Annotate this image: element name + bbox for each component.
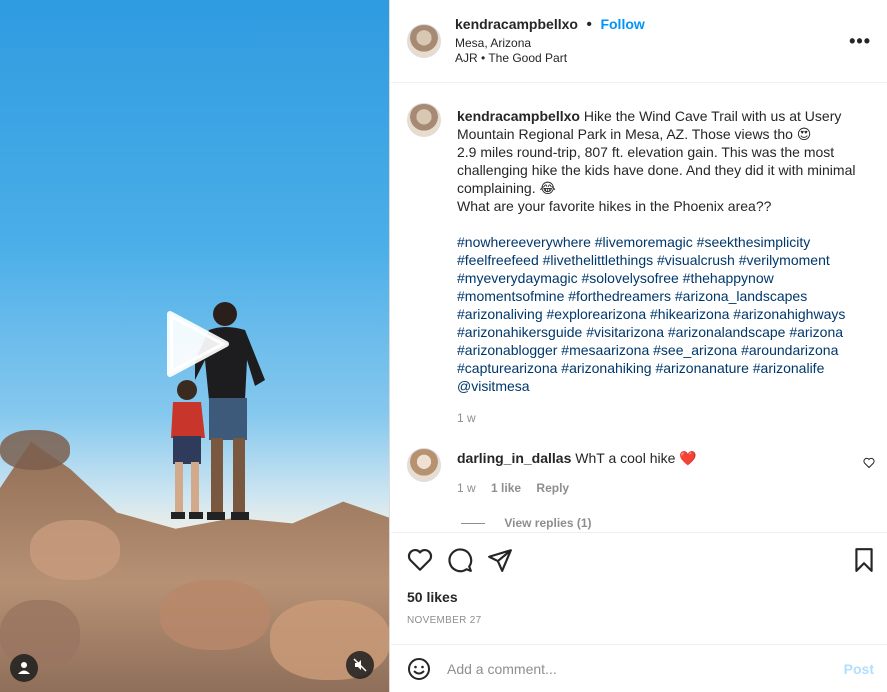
add-comment-bar: Add a comment... Post [391,644,887,692]
post-comment-button[interactable]: Post [844,661,874,677]
comment-age: 1 w [457,481,476,495]
comment-meta: 1 w 1 like Reply [457,481,569,495]
commenter-avatar[interactable] [407,448,441,482]
comment-icon[interactable] [447,547,473,573]
caption-age: 1 w [457,411,476,425]
caption-avatar[interactable] [407,103,441,137]
comment-likes-button[interactable]: 1 like [491,481,521,495]
caption-username[interactable]: kendracampbellxo [457,108,580,124]
more-options-button[interactable]: ••• [849,31,871,52]
username-link[interactable]: kendracampbellxo [455,16,578,32]
share-icon[interactable] [487,547,513,573]
comment-like-heart-icon[interactable] [863,457,875,469]
bookmark-icon[interactable] [851,547,877,573]
view-replies-button[interactable]: View replies (1) [461,516,592,530]
mute-button[interactable] [346,651,374,679]
rock [30,520,120,580]
rock [160,580,270,650]
child-hiker [171,380,205,519]
header-line: kendracampbellxo • Follow [455,16,645,34]
hashtags[interactable]: #nowhereeverywhere #livemoremagic #seekt… [457,233,877,395]
post-header: kendracampbellxo • Follow Mesa, Arizona … [391,0,887,83]
follow-button[interactable]: Follow [600,16,644,32]
likes-count[interactable]: 50 likes [407,589,458,605]
comment: darling_in_dallas WhT a cool hike ❤️ [457,449,837,467]
muted-speaker-icon [353,658,367,672]
comment-text: WhT a cool hike ❤️ [575,450,697,466]
view-replies-label: View replies (1) [504,516,592,530]
dot-separator: • [586,16,592,33]
play-icon[interactable] [160,308,232,380]
post-actions: 50 likes NOVEMBER 27 [391,532,887,642]
avatar[interactable] [407,24,441,58]
rock [0,430,70,470]
user-icon [18,662,30,674]
audio-link[interactable]: AJR • The Good Part [455,51,567,65]
post-caption: kendracampbellxo Hike the Wind Cave Trai… [457,107,877,427]
post-detail-panel: kendracampbellxo • Follow Mesa, Arizona … [391,0,887,692]
post-date: NOVEMBER 27 [407,615,482,626]
commenter-username[interactable]: darling_in_dallas [457,450,571,466]
reply-line [461,523,485,525]
location-link[interactable]: Mesa, Arizona [455,36,531,50]
reply-button[interactable]: Reply [536,481,569,495]
emoji-icon[interactable] [407,657,431,681]
post-media[interactable] [0,0,390,692]
tagged-users-button[interactable] [10,654,38,682]
heart-icon[interactable] [407,547,433,573]
add-comment-input[interactable]: Add a comment... [447,661,557,677]
